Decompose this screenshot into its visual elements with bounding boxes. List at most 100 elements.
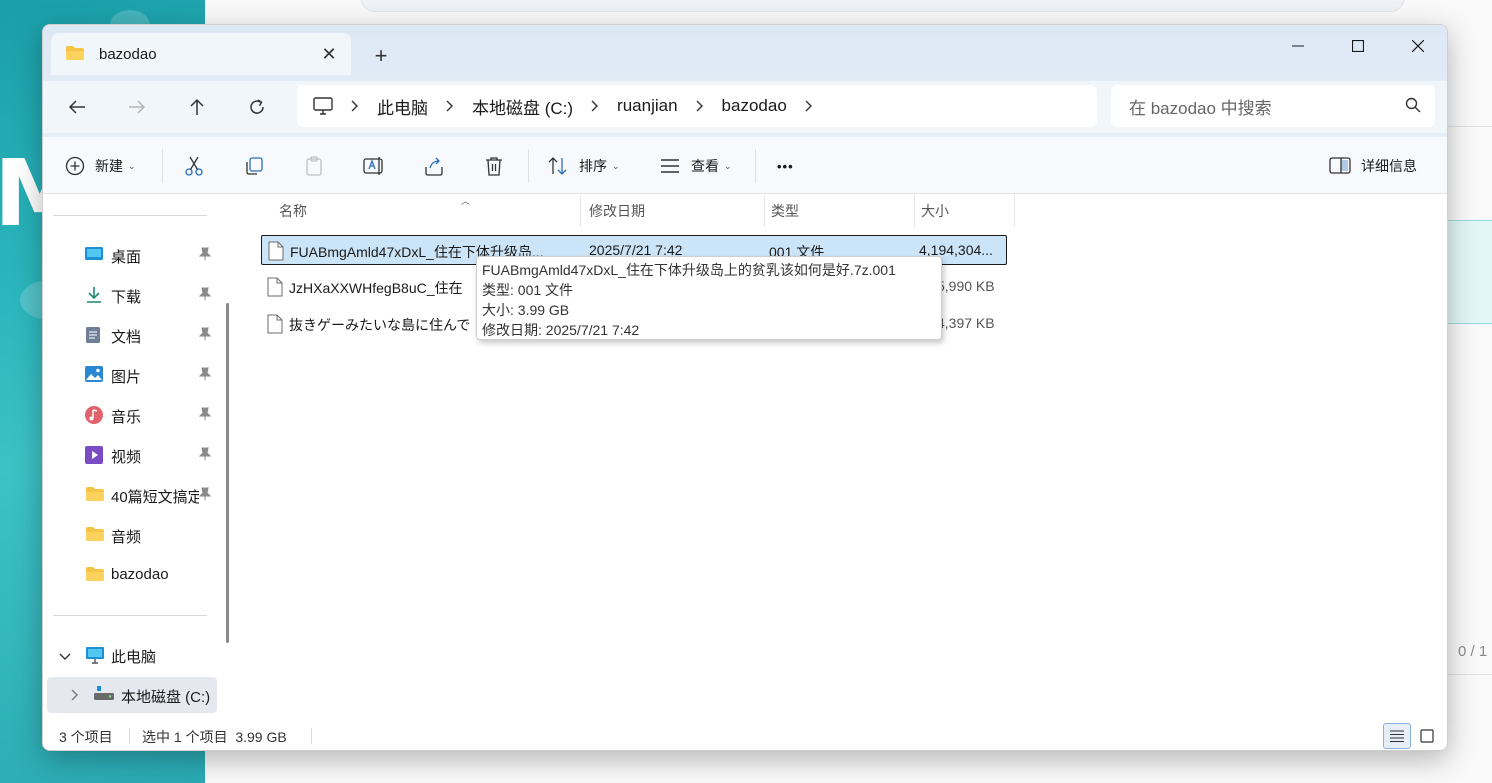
music-icon (85, 406, 103, 428)
details-pane-icon (1329, 157, 1351, 174)
navigation-row: 此电脑 本地磁盘 (C:) ruanjian bazodao 在 bazodao… (43, 81, 1447, 133)
breadcrumb-ruanjian[interactable]: ruanjian (617, 96, 678, 116)
folder-icon (85, 526, 105, 546)
document-icon (85, 326, 101, 348)
sidebar-item-label: 此电脑 (111, 649, 157, 666)
chevron-right-icon[interactable] (446, 100, 454, 112)
file-icon (268, 241, 284, 264)
share-button[interactable] (423, 151, 445, 181)
arrow-up-icon (190, 98, 204, 115)
chevron-down-icon: ⌄ (128, 160, 136, 171)
sidebar-item-label: 音乐 (111, 409, 142, 426)
pin-icon (198, 487, 212, 505)
new-button[interactable]: 新建 ⌄ (65, 151, 136, 181)
sidebar-item-label: 本地磁盘 (C:) (121, 689, 211, 706)
status-bar: 3 个项目 选中 1 个项目 3.99 GB (43, 720, 1447, 750)
sidebar-item-downloads[interactable]: 下载 (43, 277, 223, 313)
pin-icon (198, 327, 212, 345)
cut-button[interactable] (183, 151, 205, 181)
sidebar-item-bazodao[interactable]: bazodao (43, 557, 223, 593)
item-count: 3 个项目 (59, 729, 113, 745)
chevron-down-icon: ⌄ (724, 160, 732, 171)
details-pane-button[interactable]: 详细信息 (1329, 151, 1417, 181)
sidebar-item-documents[interactable]: 文档 (43, 317, 223, 353)
breadcrumb-bazodao[interactable]: bazodao (722, 96, 787, 116)
delete-button[interactable] (483, 151, 505, 181)
command-bar: 新建 ⌄ 排序 ⌄ 查看 ⌄ ••• 详细信息 (43, 137, 1447, 194)
folder-icon (65, 45, 85, 64)
close-window-button[interactable] (1389, 29, 1447, 63)
sidebar-item-pictures[interactable]: 图片 (43, 357, 223, 393)
chevron-right-icon[interactable] (696, 100, 704, 112)
sidebar-item-40-essays[interactable]: 40篇短文搞定 (43, 477, 223, 513)
refresh-button[interactable] (241, 91, 273, 123)
tiles-view-button[interactable] (1413, 723, 1441, 749)
chevron-right-icon[interactable] (805, 100, 813, 112)
close-tab-button[interactable]: ✕ (317, 42, 341, 66)
sidebar-item-label: 文档 (111, 329, 142, 346)
search-placeholder: 在 bazodao 中搜索 (1129, 98, 1272, 118)
computer-icon (85, 646, 105, 668)
breadcrumb-this-pc[interactable]: 此电脑 (377, 94, 428, 119)
tooltip-type: 类型: 001 文件 (482, 282, 574, 298)
sidebar-item-audio[interactable]: 音频 (43, 517, 223, 553)
up-button[interactable] (181, 91, 213, 123)
tooltip-size: 大小: 3.99 GB (482, 302, 570, 318)
sidebar-divider (53, 215, 207, 216)
sort-icon (548, 157, 567, 175)
sidebar-item-music[interactable]: 音乐 (43, 397, 223, 433)
sidebar-item-label: 40篇短文搞定 (111, 489, 199, 506)
pin-icon (198, 447, 212, 465)
column-header-size[interactable]: 大小 (915, 195, 1015, 227)
picture-icon (85, 366, 103, 386)
background-divider (1448, 674, 1492, 675)
background-page-counter: 0 / 1 (1458, 643, 1488, 660)
background-address-bar (360, 0, 1405, 12)
title-bar: bazodao ✕ + 此电脑 本地磁盘 (C:) ruanjian bazod… (43, 25, 1447, 137)
new-tab-button[interactable]: + (367, 42, 395, 70)
more-options-button[interactable]: ••• (777, 151, 794, 181)
sidebar-item-label: 下载 (111, 289, 142, 306)
sidebar-item-desktop[interactable]: 桌面 (43, 237, 223, 273)
details-view-button[interactable] (1383, 723, 1411, 749)
forward-button[interactable] (121, 91, 153, 123)
sidebar-item-local-disk[interactable]: 本地磁盘 (C:) (47, 677, 217, 713)
chevron-right-icon[interactable] (71, 688, 79, 705)
column-header-modified[interactable]: 修改日期 (585, 195, 765, 227)
chevron-down-icon[interactable] (59, 648, 71, 665)
file-icon (267, 314, 283, 337)
sidebar-divider (53, 615, 207, 616)
maximize-button[interactable] (1329, 29, 1387, 63)
tooltip-date: 修改日期: 2025/7/21 7:42 (482, 322, 640, 338)
sidebar-item-label: 桌面 (111, 249, 142, 266)
rename-button[interactable] (363, 151, 387, 181)
sidebar-item-this-pc[interactable]: 此电脑 (43, 637, 223, 673)
copy-button[interactable] (243, 151, 265, 181)
paste-button[interactable] (303, 151, 325, 181)
arrow-right-icon (129, 100, 146, 114)
view-button[interactable]: 查看 ⌄ (659, 151, 732, 181)
column-header-type[interactable]: 类型 (765, 195, 915, 227)
pin-icon (198, 287, 212, 305)
tooltip-file-name: FUABmgAmld47xDxL_住在下体升级岛上的贫乳该如何是好.7z.001 (482, 262, 896, 278)
search-box[interactable]: 在 bazodao 中搜索 (1111, 85, 1435, 127)
tab-bazodao[interactable]: bazodao ✕ (51, 33, 351, 75)
details-pane-label: 详细信息 (1361, 158, 1417, 174)
file-explorer-window: bazodao ✕ + 此电脑 本地磁盘 (C:) ruanjian bazod… (42, 24, 1448, 751)
address-bar[interactable]: 此电脑 本地磁盘 (C:) ruanjian bazodao (297, 85, 1097, 127)
sidebar-scrollbar[interactable] (226, 303, 229, 643)
sidebar-item-videos[interactable]: 视频 (43, 437, 223, 473)
toolbar-divider (162, 149, 163, 183)
file-icon (267, 277, 283, 300)
back-button[interactable] (61, 91, 93, 123)
background-divider (1448, 126, 1492, 127)
breadcrumb-local-disk[interactable]: 本地磁盘 (C:) (472, 94, 573, 119)
minimize-button[interactable] (1269, 29, 1327, 63)
background-panel (1448, 220, 1492, 324)
sort-button[interactable]: 排序 ⌄ (547, 151, 620, 181)
column-header-name[interactable]: 名称 ︿ (279, 195, 581, 227)
new-button-label: 新建 (95, 158, 123, 174)
drive-icon (93, 686, 115, 706)
chevron-right-icon[interactable] (591, 100, 599, 112)
sidebar-item-label: 视频 (111, 449, 142, 466)
